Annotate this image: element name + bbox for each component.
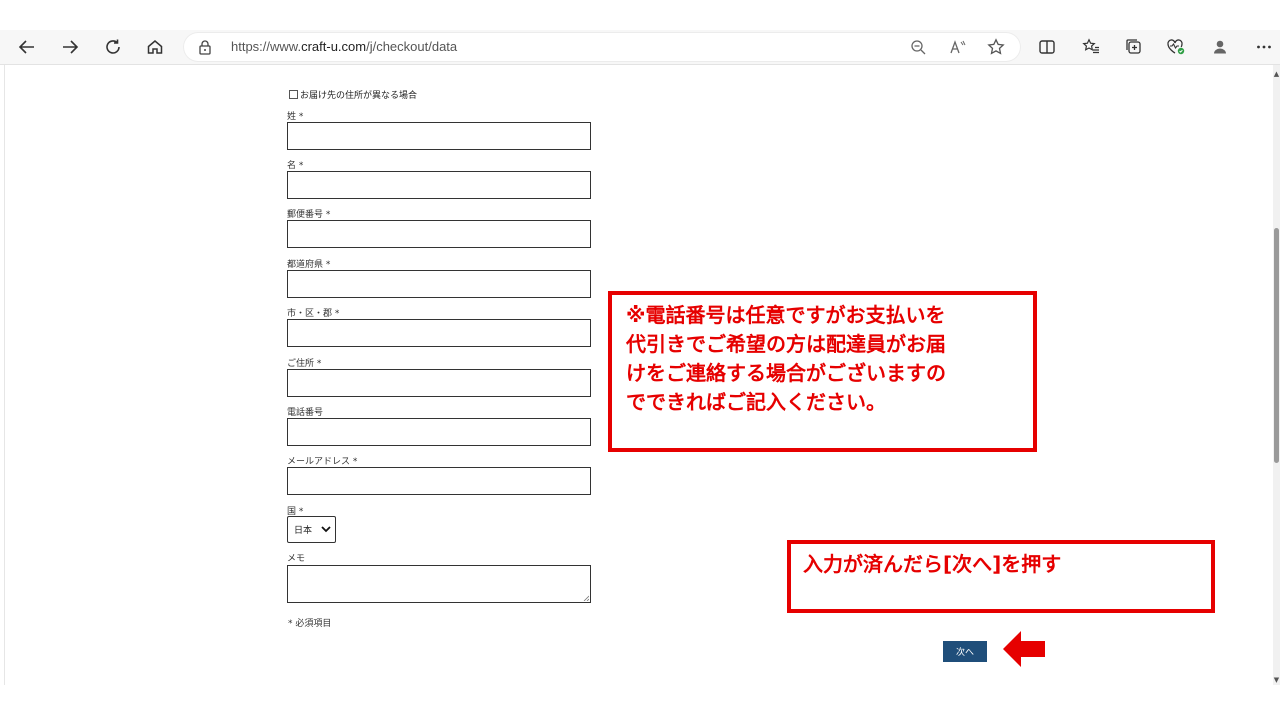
diff-address-checkbox[interactable] — [289, 90, 298, 99]
email-label: メールアドレス * — [287, 457, 358, 467]
zoom-out-icon[interactable] — [906, 36, 930, 58]
country-select[interactable]: 日本 — [287, 516, 336, 543]
address-bar[interactable]: https://www.craft-u.com/j/checkout/data — [183, 32, 1021, 62]
memo-label: メモ — [287, 554, 306, 564]
prefecture-input[interactable] — [287, 270, 591, 298]
callout-line: ※電話番号は任意ですがお支払いを — [626, 303, 946, 327]
collections-icon[interactable] — [1117, 30, 1151, 64]
top-margin — [0, 0, 1280, 30]
url-domain: craft-u.com — [301, 39, 367, 54]
diff-address-row[interactable]: お届け先の住所が異なる場合 — [289, 88, 417, 101]
country-value: 日本 — [294, 526, 313, 536]
callout-line: 代引きでご希望の方は配達員がお届 — [626, 332, 946, 356]
next-button[interactable]: 次へ — [943, 641, 987, 662]
first-name-input[interactable] — [287, 171, 591, 199]
last-name-input[interactable] — [287, 122, 591, 150]
next-instruction-callout: 入力が済んだら[次へ]を押す — [787, 540, 1215, 613]
prefecture-label: 都道府県 * — [287, 260, 331, 270]
scrollbar-thumb[interactable] — [1274, 228, 1279, 463]
callout-line: でできればご記入ください。 — [626, 390, 886, 414]
read-aloud-icon[interactable] — [946, 36, 970, 58]
postal-code-label: 郵便番号 * — [287, 210, 331, 220]
city-input[interactable] — [287, 319, 591, 347]
address-input[interactable] — [287, 369, 591, 397]
left-edge — [0, 65, 5, 685]
address-label: ご住所 * — [287, 359, 322, 369]
favorites-icon[interactable] — [1074, 30, 1108, 64]
callout-text: 入力が済んだら[次へ]を押す — [803, 552, 1062, 576]
forward-icon[interactable] — [53, 30, 87, 64]
arrow-left-icon — [1003, 631, 1045, 667]
refresh-icon[interactable] — [96, 30, 130, 64]
phone-note-callout: ※電話番号は任意ですがお支払いを 代引きでご希望の方は配達員がお届 けをご連絡す… — [608, 291, 1037, 452]
url-text[interactable]: https://www.craft-u.com/j/checkout/data — [231, 39, 457, 54]
profile-icon[interactable] — [1203, 30, 1237, 64]
diff-address-label: お届け先の住所が異なる場合 — [300, 91, 418, 101]
url-prefix: https://www. — [231, 39, 302, 54]
browser-essentials-icon[interactable] — [1159, 30, 1193, 64]
split-screen-icon[interactable] — [1030, 30, 1064, 64]
favorite-star-icon[interactable] — [984, 36, 1008, 58]
chevron-down-icon — [321, 525, 331, 536]
last-name-label: 姓 * — [287, 112, 304, 122]
url-path: /j/checkout/data — [366, 39, 458, 54]
lock-icon[interactable] — [198, 39, 212, 59]
scroll-up-icon[interactable]: ▲ — [1273, 70, 1280, 78]
phone-input[interactable] — [287, 418, 591, 446]
phone-label: 電話番号 — [287, 408, 324, 418]
email-input[interactable] — [287, 467, 591, 495]
postal-code-input[interactable] — [287, 220, 591, 248]
more-icon[interactable] — [1247, 30, 1280, 64]
home-icon[interactable] — [138, 30, 172, 64]
scroll-down-icon[interactable]: ▼ — [1273, 676, 1280, 684]
browser-toolbar: https://www.craft-u.com/j/checkout/data — [0, 30, 1280, 65]
back-icon[interactable] — [10, 30, 44, 64]
first-name-label: 名 * — [287, 161, 304, 171]
memo-textarea[interactable] — [287, 565, 591, 603]
callout-line: けをご連絡する場合がございますの — [626, 361, 946, 385]
resize-grip-icon[interactable] — [583, 595, 589, 601]
required-note: * 必須項目 — [288, 619, 332, 629]
city-label: 市・区・郡 * — [287, 309, 340, 319]
